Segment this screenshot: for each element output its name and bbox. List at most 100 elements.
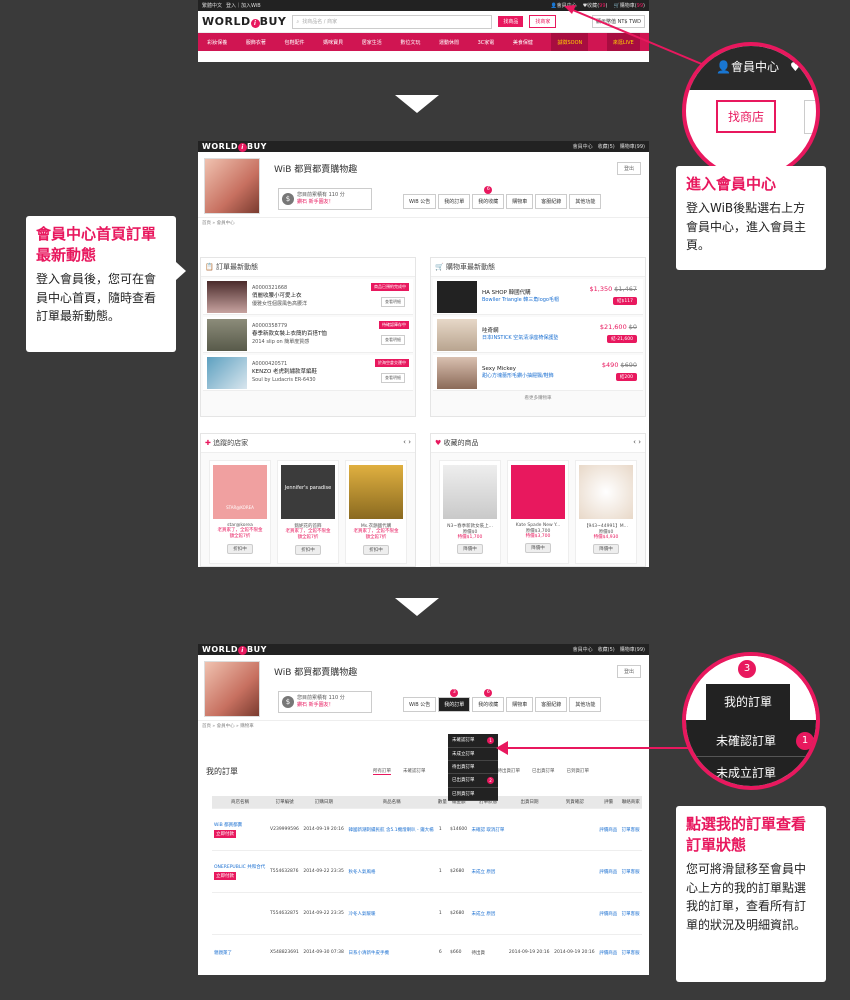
list-item[interactable]: A0000321668 俏麗收腰小可愛上衣 優雅女性個展風色高腰洋 商品已預約完成中查… <box>203 279 413 315</box>
subtab[interactable]: 待出貨訂單 <box>498 768 521 775</box>
tab-my-orders[interactable]: 我的訂單 <box>438 194 471 209</box>
pay-now-button[interactable]: 立即付款 <box>214 829 236 838</box>
logout-button[interactable]: 登出 <box>616 665 641 678</box>
list-item[interactable]: HA SHOP 韓國代購 Bowller Triangle 韓三角logo毛帽 $1… <box>433 279 643 315</box>
nav-item[interactable]: 美食保健 <box>513 39 533 46</box>
tab-announcement[interactable]: WiB 公告 <box>403 697 437 712</box>
member-center-link[interactable]: 會員中心 <box>573 143 593 150</box>
orders-dropdown: 未確認訂單 1 未成立訂單 待出貨訂單 已出貨訂單 2 已到貨訂單 <box>448 734 498 801</box>
screenshot-member-home: WORLD i BUY 會員中心 收藏(5) 購物車(99) WiB 都買都賣購物趣… <box>198 141 649 567</box>
zoom-my-orders-tab: 我的訂單 <box>706 684 790 720</box>
subtab[interactable]: 已出貨訂單 <box>532 768 555 775</box>
points-box: $ 您目前累積有 110 分鑽石 新手園友！ <box>278 691 372 713</box>
store-card[interactable]: Jennifer's paradise 甄妮花的首飾 老買家了，全館不限金 額全館7折… <box>277 460 339 564</box>
cart-link[interactable]: 購物車(99) <box>620 646 645 653</box>
tab-other[interactable]: 其他功能 <box>569 697 602 712</box>
avatar <box>204 661 260 717</box>
nav-item[interactable]: 運動休閒 <box>439 39 459 46</box>
worldibuy-logo[interactable]: WORLD i BUY <box>202 15 286 28</box>
favorite-card[interactable]: N3~春季新款女裝上... 原價$0 特價$1,700 降價中 <box>439 460 501 564</box>
zoom-item-unconfirmed: 未確認訂單 <box>716 734 777 748</box>
carousel-arrows[interactable]: ‹ › <box>633 438 641 446</box>
worldibuy-logo[interactable]: WORLD i BUY <box>202 645 267 655</box>
tab-cart[interactable]: 購物車 <box>506 697 534 712</box>
view-detail-button[interactable]: 查看明細 <box>381 373 405 383</box>
login-link[interactable]: 登入｜加入WiB <box>226 2 261 9</box>
store-card[interactable]: Ms.衣韻國代購 老買家了，全館不限金 額全館7折 折扣中 <box>345 460 407 564</box>
list-item[interactable]: A0000358779 春季新款女裝上衣簡約百搭T恤 2014 slip on 簡單… <box>203 317 413 353</box>
tab-other[interactable]: 其他功能 <box>569 194 602 209</box>
tab-service[interactable]: 客服紀錄 <box>535 697 568 712</box>
orders-table: 商店名稱 訂單編號 訂購日期 商品名稱 數量 總金額 訂單狀態 出貨日期 到貨確認 評價 聯絡商家 … <box>212 796 642 971</box>
search-input[interactable]: ⌕ 找商品名 / 商家 <box>292 14 493 29</box>
avatar <box>204 158 260 214</box>
profile-header: WiB 都買都賣購物趣 登出 $ 您目前累積有 110 分鑽石 新手園友！ WiB… <box>198 152 649 218</box>
search-store-button[interactable]: 找商家 <box>529 15 557 28</box>
dropdown-item[interactable]: 已出貨訂單 2 <box>448 774 498 788</box>
carousel-arrows[interactable]: ‹ › <box>403 438 411 446</box>
table-row: 親親萊了 X548823691 2014-09-30 07:38 日系小清新牛皮手機… <box>212 934 642 971</box>
subtab[interactable]: 已到貨訂單 <box>567 768 590 775</box>
subtab[interactable]: 所有訂單 <box>373 768 391 775</box>
zoom-circle-member-center: 👤會員中心 ♥收 找商店 <box>682 42 820 180</box>
member-tabs: WiB 公告 我的訂單 3 我的收藏 6 購物車 客服紀錄 其他功能 <box>403 689 602 712</box>
step-arrow <box>395 95 439 113</box>
view-detail-button[interactable]: 查看明細 <box>381 335 405 345</box>
list-item[interactable]: Sexy Mickey 甜心方塊蕾形毛鑽小抽屜飄/鞋飾 $490 $690 結200 <box>433 355 643 391</box>
step-arrow <box>395 598 439 616</box>
cart-panel: 🛒 購物車最新動態 HA SHOP 韓國代購 Bowller Triangle 韓… <box>430 257 646 417</box>
favorite-card[interactable]: Kate Spade New Y... 原價$3,700 特價$3,700 降價中 <box>507 460 569 564</box>
table-row: ONEREPUBLIC 共和合代 立即付款 T554632876 2014-09-2… <box>212 850 642 893</box>
nav-item[interactable]: 彩妝保養 <box>207 39 227 46</box>
checkout-button[interactable]: 結-21,600 <box>607 335 637 343</box>
tab-announcement[interactable]: WiB 公告 <box>403 194 437 209</box>
list-item[interactable]: 哇奇網 日本INSTICK 空氣清淨座椅保護墊 $21,600 $0 結-21,600 <box>433 317 643 353</box>
nav-item[interactable]: 服飾衣著 <box>246 39 266 46</box>
zoom-find-store-button: 找商店 <box>716 100 777 133</box>
favorite-card[interactable]: 【943~44991】M... 原價$0 特價$4,930 降價中 <box>575 460 637 564</box>
stores-panel: ✚ 追蹤的店家 ‹ › STAR@KOREA star@korea 老買家了，全館不限… <box>200 433 416 567</box>
dropdown-item[interactable]: 已到貨訂單 <box>448 788 498 801</box>
zoom-item-unestablished: 未成立訂單 <box>716 766 777 780</box>
tab-my-favorites[interactable]: 我的收藏 6 <box>472 689 505 712</box>
nav-item[interactable]: 居家生活 <box>362 39 382 46</box>
tab-my-favorites[interactable]: 我的收藏 6 <box>472 186 505 209</box>
store-card[interactable]: STAR@KOREA star@korea 老買家了，全館不限金 額全館7折 折扣中 <box>209 460 271 564</box>
callout-title: 會員中心首頁訂單最新動態 <box>36 225 157 264</box>
view-detail-button[interactable]: 查看明細 <box>381 297 405 307</box>
subtab[interactable]: 未確認訂單 <box>403 768 426 775</box>
tab-my-orders[interactable]: 我的訂單 3 <box>438 689 471 712</box>
search-product-button[interactable]: 找商品 <box>498 16 524 27</box>
nav-item[interactable]: 媽咪寶貝 <box>323 39 343 46</box>
checkout-button[interactable]: 結$117 <box>613 297 637 305</box>
search-icon: ⌕ <box>296 18 300 25</box>
favorites-link[interactable]: 收藏(5) <box>598 646 615 653</box>
favorites-link[interactable]: 收藏(5) <box>598 143 615 150</box>
worldibuy-logo[interactable]: WORLD i BUY <box>202 142 267 152</box>
list-item[interactable]: A0000420571 KENZO 老虎刺繡款草編鞋 Soul by Ludacri… <box>203 355 413 391</box>
callout-body: 您可將滑鼠移至會員中心上方的我的訂單點選我的訂單，查看所有訂單的狀況及明細資訊。 <box>686 862 807 932</box>
dropdown-item[interactable]: 未確認訂單 1 <box>448 734 498 748</box>
orders-panel: 📋 訂單最新動態 A0000321668 俏麗收腰小可愛上衣 優雅女性個展風色高腰洋… <box>200 257 416 417</box>
checkout-button[interactable]: 結200 <box>615 373 637 381</box>
breadcrumb: 首頁 » 會員中心 <box>202 221 235 226</box>
tab-service[interactable]: 客服紀錄 <box>535 194 568 209</box>
nav-item[interactable]: 包鞋配件 <box>285 39 305 46</box>
nav-item[interactable]: 數位文玩 <box>400 39 420 46</box>
callout-pointer <box>176 262 186 280</box>
callout-body: 登入會員後，您可在會員中心首頁，隨時查看訂單最新動態。 <box>36 272 157 324</box>
nav-item[interactable]: 3C家電 <box>478 39 495 46</box>
cart-link[interactable]: 購物車(99) <box>620 143 645 150</box>
cart-more-link[interactable]: 看更多購物車 <box>431 395 645 401</box>
logout-button[interactable]: 登出 <box>616 162 641 175</box>
callout-member-home: 會員中心首頁訂單最新動態 登入會員後，您可在會員中心首頁，隨時查看訂單最新動態。 <box>26 216 176 352</box>
callout-body: 登入WiB後點選右上方會員中心，進入會員主頁。 <box>686 201 807 253</box>
dropdown-item[interactable]: 未成立訂單 <box>448 748 498 761</box>
dropdown-item[interactable]: 待出貨訂單 <box>448 761 498 774</box>
tab-cart[interactable]: 購物車 <box>506 194 534 209</box>
language-link[interactable]: 繁體中文 <box>202 2 222 9</box>
table-row: T554632875 2014-09-22 23:35 冷冬人氣暖暖 1 $2680 未成… <box>212 892 642 935</box>
zoom-circle-my-orders: 3 我的訂單 未確認訂單 1 未成立訂單 <box>682 652 820 790</box>
pay-now-button[interactable]: 立即付款 <box>214 871 236 880</box>
member-center-link[interactable]: 會員中心 <box>573 646 593 653</box>
